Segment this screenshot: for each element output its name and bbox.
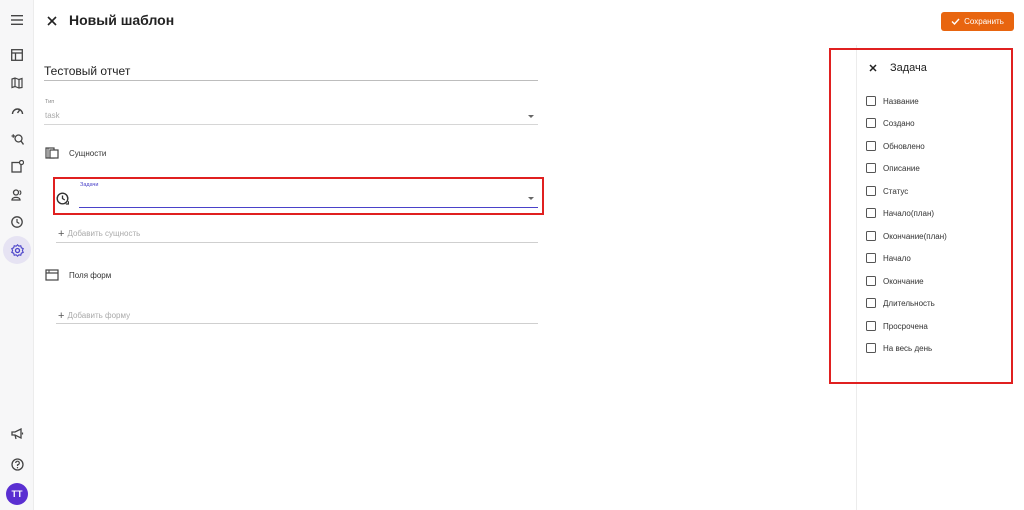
checkbox[interactable] <box>866 298 876 308</box>
report-name-input[interactable]: Тестовый отчет <box>44 64 538 81</box>
close-icon[interactable] <box>44 13 60 29</box>
type-select[interactable]: task <box>45 111 60 120</box>
settings-icon[interactable] <box>3 236 31 264</box>
check-icon <box>951 18 960 25</box>
field-label: Начало <box>883 253 911 263</box>
add-entity-label: Добавить сущность <box>67 229 141 238</box>
field-label: Создано <box>883 118 915 128</box>
checkbox[interactable] <box>866 343 876 353</box>
checkbox[interactable] <box>866 96 876 106</box>
page-title: Новый шаблон <box>69 12 175 28</box>
field-checkbox-row[interactable]: Статус <box>866 185 908 197</box>
menu-icon[interactable] <box>9 12 25 28</box>
field-label: Окончание <box>883 276 924 286</box>
add-entity-underline <box>56 242 538 243</box>
add-form-underline <box>56 323 538 324</box>
field-checkbox-row[interactable]: Создано <box>866 117 915 129</box>
form-fields-section-title: Поля форм <box>69 271 112 280</box>
type-select-underline <box>44 124 538 125</box>
field-checkbox-row[interactable]: Окончание <box>866 275 924 287</box>
field-label: Описание <box>883 163 920 173</box>
megaphone-icon[interactable] <box>9 426 25 442</box>
field-checkbox-row[interactable]: Начало <box>866 252 911 264</box>
form-fields-icon <box>45 269 59 281</box>
checkbox[interactable] <box>866 208 876 218</box>
entity-field-label: Задачи <box>80 182 99 188</box>
field-checkbox-row[interactable]: Окончание(план) <box>866 230 947 242</box>
field-checkbox-row[interactable]: Просрочена <box>866 320 928 332</box>
checkbox[interactable] <box>866 163 876 173</box>
field-checkbox-row[interactable]: Обновлено <box>866 140 925 152</box>
field-label: Начало(план) <box>883 208 935 218</box>
map-icon[interactable] <box>9 75 25 91</box>
checkbox[interactable] <box>866 141 876 151</box>
field-checkbox-row[interactable]: Длительность <box>866 297 935 309</box>
gauge-icon[interactable] <box>9 102 25 118</box>
notification-square-icon[interactable] <box>9 158 25 174</box>
entities-icon <box>45 147 59 159</box>
entity-dropdown-arrow-icon[interactable] <box>528 197 534 200</box>
help-icon[interactable] <box>9 456 25 472</box>
panel-close-icon[interactable] <box>867 62 879 74</box>
save-button[interactable]: Сохранить <box>941 12 1014 31</box>
type-dropdown-arrow-icon[interactable] <box>528 115 534 118</box>
entity-select-underline <box>79 207 538 208</box>
add-form-label: Добавить форму <box>67 311 131 320</box>
type-field-label: Тип <box>45 99 55 105</box>
save-button-label: Сохранить <box>964 17 1004 26</box>
checkbox[interactable] <box>866 253 876 263</box>
checkbox[interactable] <box>866 321 876 331</box>
field-checkbox-row[interactable]: Название <box>866 95 919 107</box>
field-label: Просрочена <box>883 321 928 331</box>
table-icon[interactable] <box>9 47 25 63</box>
add-form-button[interactable]: + Добавить форму <box>58 309 131 322</box>
entity-select[interactable] <box>80 192 520 204</box>
search-plus-icon[interactable] <box>9 131 25 147</box>
checkbox[interactable] <box>866 276 876 286</box>
field-label: Обновлено <box>883 141 925 151</box>
plus-icon: + <box>58 309 65 322</box>
field-checkbox-row[interactable]: Описание <box>866 162 920 174</box>
plus-icon: + <box>58 227 65 240</box>
panel-title: Задача <box>890 62 927 74</box>
field-label: Длительность <box>883 298 935 308</box>
checkbox[interactable] <box>866 118 876 128</box>
entities-section-title: Сущности <box>69 149 107 158</box>
checkbox[interactable] <box>866 231 876 241</box>
add-entity-button[interactable]: + Добавить сущность <box>58 227 141 240</box>
nav-rail: TT <box>0 0 34 510</box>
field-label: Окончание(план) <box>883 231 947 241</box>
field-label: Статус <box>883 186 909 196</box>
users-icon[interactable] <box>9 187 25 203</box>
field-checkbox-row[interactable]: Начало(план) <box>866 207 934 219</box>
history-icon[interactable] <box>56 192 69 205</box>
clock-icon[interactable] <box>9 214 25 230</box>
avatar[interactable]: TT <box>6 483 28 505</box>
field-label: На весь день <box>883 343 933 353</box>
checkbox[interactable] <box>866 186 876 196</box>
field-checkbox-row[interactable]: На весь день <box>866 342 932 354</box>
field-label: Название <box>883 96 919 106</box>
